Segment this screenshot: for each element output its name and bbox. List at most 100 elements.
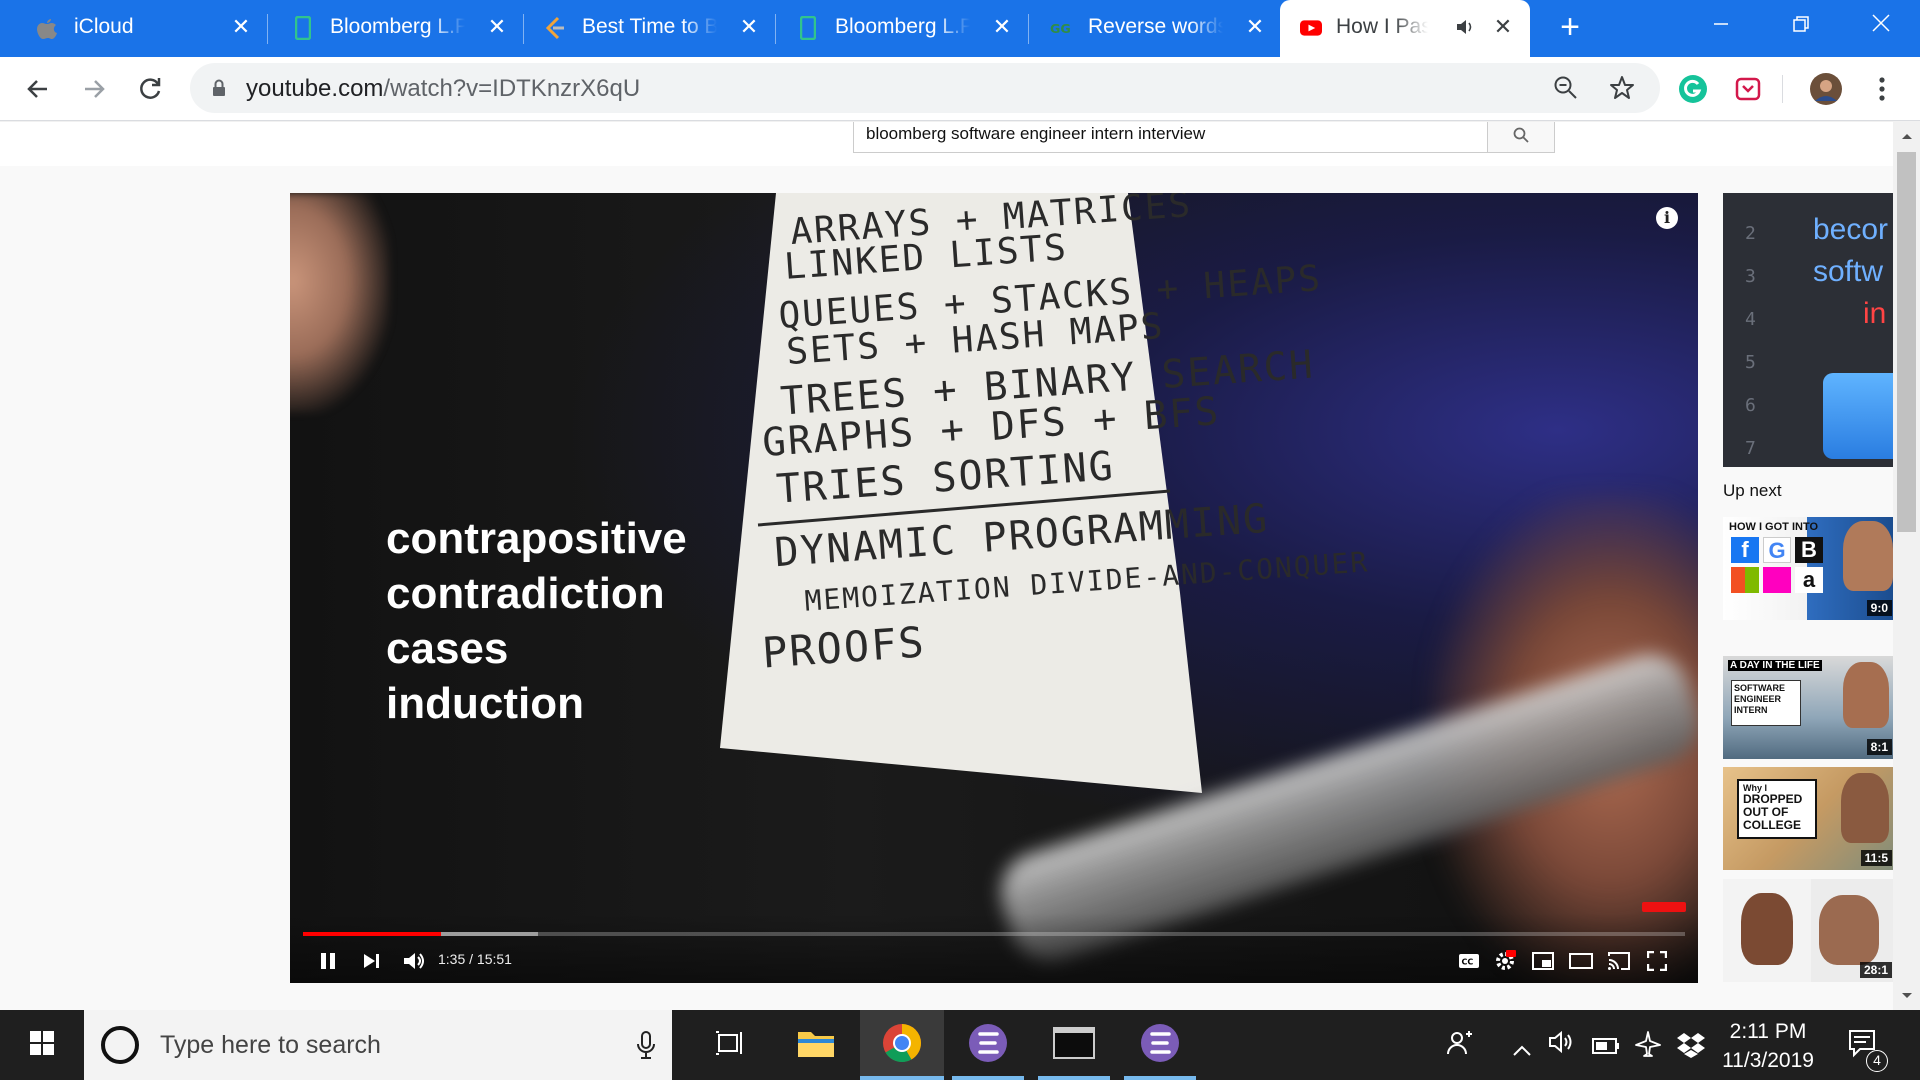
minimize-icon[interactable] [1698, 8, 1744, 44]
fullscreen-icon[interactable] [1642, 947, 1672, 975]
close-icon[interactable]: ✕ [989, 13, 1015, 41]
clock-time: 2:11 PM [1729, 1020, 1807, 1043]
youtube-icon [1300, 16, 1322, 40]
subscribe-watermark[interactable] [1642, 902, 1686, 912]
facebook-logo: f [1731, 537, 1759, 563]
up-next-video-4[interactable]: 28:1 [1723, 879, 1893, 982]
scrollbar-thumb[interactable] [1897, 152, 1916, 532]
bloomberg-icon [292, 16, 314, 40]
tab-separator [267, 14, 268, 44]
grammarly-icon[interactable] [1675, 71, 1711, 107]
preview-text: softw [1813, 255, 1884, 288]
settings-gear-icon[interactable] [1490, 947, 1520, 975]
tab-leetcode[interactable]: Best Time to Buy ✕ [526, 0, 776, 57]
sidebar-preview[interactable]: 2 3 4 5 6 7 becor softw in [1723, 193, 1893, 467]
file-explorer-button[interactable] [774, 1010, 858, 1080]
captions-icon[interactable]: CC [1454, 947, 1484, 975]
scroll-up-icon[interactable] [1901, 132, 1913, 140]
emacs-taskbar-button-1[interactable] [946, 1010, 1030, 1080]
volume-icon[interactable] [400, 947, 430, 975]
close-icon[interactable]: ✕ [228, 13, 254, 41]
emacs-taskbar-button-2[interactable] [1118, 1010, 1202, 1080]
people-icon[interactable] [1446, 1030, 1474, 1062]
tab-bloomberg-1[interactable]: Bloomberg L.P. ✕ [274, 0, 524, 57]
youtube-search-input[interactable]: bloomberg software engineer intern inter… [853, 122, 1488, 153]
taskbar-search-box[interactable]: Type here to search [84, 1010, 672, 1080]
bookmark-star-icon[interactable] [1604, 70, 1640, 106]
pocket-icon[interactable] [1730, 71, 1766, 107]
bloomberg-logo: B [1795, 537, 1823, 563]
microphone-icon[interactable] [636, 1030, 656, 1065]
task-view-button[interactable] [688, 1010, 772, 1080]
search-icon [1513, 127, 1529, 148]
dropbox-icon[interactable] [1676, 1032, 1706, 1064]
browser-toolbar: youtube.com/watch?v=IDTKnzrX6qU [0, 57, 1920, 121]
url-path: /watch?v=IDTKnzrX6qU [383, 75, 641, 102]
profile-avatar[interactable] [1808, 71, 1844, 107]
person-thumbnail [1843, 662, 1889, 728]
reload-icon[interactable] [132, 71, 168, 107]
tab-geeksforgeeks[interactable]: GG Reverse words ✕ [1032, 0, 1282, 57]
up-next-video-1[interactable]: HOW I GOT INTO f G B a 9:0 [1723, 517, 1893, 620]
back-icon[interactable] [20, 71, 56, 107]
close-icon[interactable]: ✕ [736, 13, 762, 41]
next-icon[interactable] [358, 947, 386, 975]
speaker-icon[interactable] [1455, 17, 1475, 43]
person-thumbnail [1741, 893, 1793, 965]
thumbnail-subtitle: DROPPED OUT OF COLLEGE [1743, 792, 1803, 832]
preview-button-graphic [1823, 373, 1893, 459]
search-placeholder: Type here to search [160, 1031, 381, 1059]
tab-icloud[interactable]: iCloud ✕ [18, 0, 268, 57]
volume-tray-icon[interactable] [1548, 1030, 1576, 1060]
zoom-icon[interactable] [1548, 70, 1584, 106]
tab-label: iCloud [74, 15, 209, 39]
preview-text: becor [1813, 213, 1889, 246]
battery-icon[interactable] [1592, 1034, 1620, 1060]
cast-icon[interactable] [1604, 947, 1634, 975]
folder-icon [797, 1028, 835, 1063]
miniplayer-icon[interactable] [1528, 947, 1558, 975]
preview-text: in [1863, 297, 1887, 330]
close-icon[interactable]: ✕ [1490, 13, 1516, 41]
apple-icon [36, 16, 58, 40]
close-icon[interactable]: ✕ [1242, 13, 1268, 41]
chrome-taskbar-button[interactable] [860, 1010, 944, 1080]
new-tab-button[interactable]: + [1553, 10, 1587, 46]
bloomberg-icon [797, 16, 819, 40]
up-next-video-2[interactable]: A DAY IN THE LIFE SOFTWARE ENGINEER INTE… [1723, 656, 1893, 759]
tab-bloomberg-2[interactable]: Bloomberg L.P. ✕ [779, 0, 1029, 57]
search-button[interactable] [1487, 122, 1555, 153]
terminal-taskbar-button[interactable] [1032, 1010, 1116, 1080]
person-thumbnail [1819, 895, 1879, 965]
scroll-down-icon[interactable] [1901, 992, 1913, 1000]
page-scrollbar[interactable] [1893, 122, 1920, 1010]
forward-icon[interactable] [76, 71, 112, 107]
close-icon[interactable]: ✕ [484, 13, 510, 41]
tab-label: Bloomberg L.P. [330, 15, 465, 39]
line-number: 2 [1745, 223, 1756, 244]
overlay-line: contrapositive [386, 514, 687, 563]
airplane-mode-icon[interactable] [1634, 1030, 1662, 1064]
theater-mode-icon[interactable] [1566, 947, 1596, 975]
video-player[interactable]: ARRAYS + MATRICES LINKED LISTS QUEUES + … [290, 193, 1698, 983]
tab-label: How I Pass [1336, 15, 1428, 39]
video-time: 1:35 / 15:51 [438, 951, 512, 967]
pause-icon[interactable] [314, 947, 342, 975]
task-view-icon [715, 1030, 745, 1061]
video-controls: 1:35 / 15:51 CC [290, 913, 1698, 983]
system-clock[interactable]: 2:11 PM 11/3/2019 [1716, 1017, 1820, 1075]
overlay-line: induction [386, 679, 584, 728]
up-next-video-3[interactable]: Why I DROPPED OUT OF COLLEGE 11:5 [1723, 767, 1893, 870]
chevron-up-icon[interactable] [1512, 1036, 1532, 1062]
close-window-icon[interactable] [1858, 8, 1904, 44]
progress-bar[interactable] [303, 932, 1685, 936]
address-bar[interactable]: youtube.com/watch?v=IDTKnzrX6qU [190, 63, 1660, 113]
line-number: 7 [1745, 438, 1756, 459]
start-button[interactable] [0, 1010, 84, 1080]
info-icon[interactable]: i [1656, 207, 1678, 229]
tab-separator [523, 14, 524, 44]
menu-kebab-icon[interactable] [1864, 71, 1900, 107]
tab-youtube-active[interactable]: How I Pass ✕ [1280, 0, 1530, 57]
restore-icon[interactable] [1778, 8, 1824, 44]
lyft-logo [1763, 567, 1791, 593]
